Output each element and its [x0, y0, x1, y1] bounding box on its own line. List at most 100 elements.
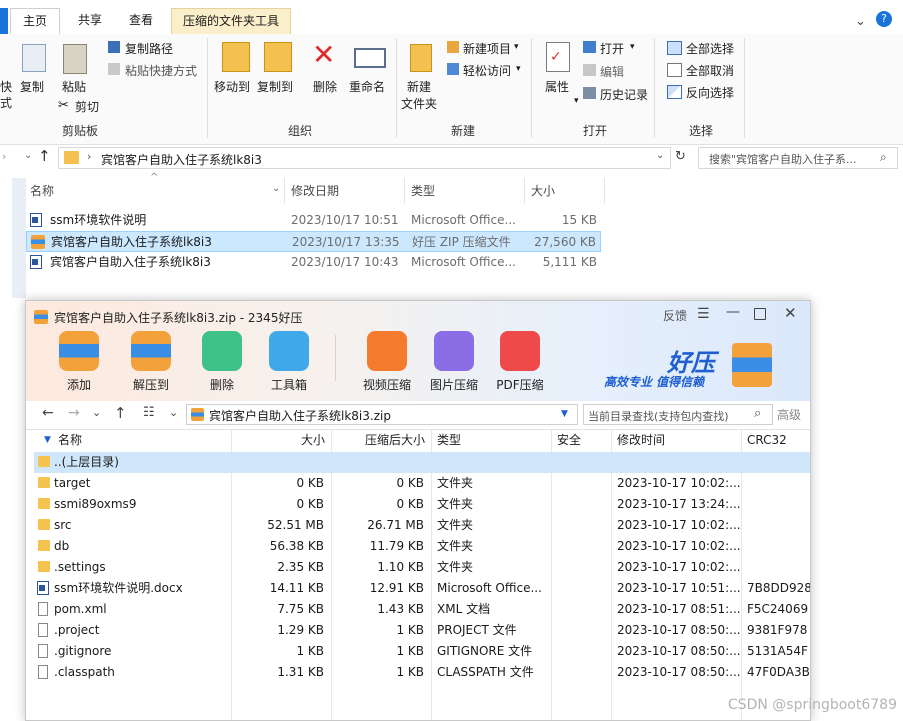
file-tab[interactable]: [0, 8, 8, 34]
move-to-button[interactable]: 移动到: [214, 78, 250, 95]
copy-path-button[interactable]: 复制路径: [125, 40, 173, 57]
dropdown-arrow-icon[interactable]: ▾: [516, 64, 521, 74]
dropdown-arrow-icon[interactable]: ▾: [630, 42, 635, 52]
open-button[interactable]: 打开: [600, 40, 624, 57]
column-header-size[interactable]: 大小: [531, 178, 555, 204]
archive-row[interactable]: target 0 KB 0 KB 文件夹 2023-10-17 10:02:..…: [34, 473, 810, 494]
up-icon[interactable]: ↑: [114, 404, 127, 422]
archive-row[interactable]: ssmi89oxms9 0 KB 0 KB 文件夹 2023-10-17 13:…: [34, 494, 810, 515]
history-icon[interactable]: [583, 87, 596, 99]
image-compress-button[interactable]: 图片压缩: [426, 331, 482, 393]
archive-path-bar[interactable]: 宾馆客户自助入住子系统lk8i3.zip ▼: [186, 404, 578, 425]
search-icon[interactable]: ⌕: [880, 150, 887, 165]
column-header-type[interactable]: 类型: [411, 178, 435, 204]
column-header-modified[interactable]: 修改日期: [291, 178, 339, 204]
archive-row[interactable]: .settings 2.35 KB 1.10 KB 文件夹 2023-10-17…: [34, 557, 810, 578]
column-header-type[interactable]: 类型: [437, 429, 461, 451]
tab-view[interactable]: 查看: [120, 8, 162, 34]
open-icon[interactable]: [583, 41, 596, 53]
refresh-icon[interactable]: ↻: [675, 149, 686, 164]
menu-icon[interactable]: ☰: [697, 306, 710, 322]
rename-icon[interactable]: [354, 48, 386, 68]
history-dropdown-icon[interactable]: ⌄: [92, 406, 101, 419]
breadcrumb-chevron-icon[interactable]: ›: [87, 150, 91, 163]
dropdown-arrow-icon[interactable]: ▾: [514, 42, 519, 52]
pin-label-cut-off-2[interactable]: 式: [0, 94, 12, 111]
new-folder-button-line1[interactable]: 新建: [407, 78, 431, 95]
feedback-link[interactable]: 反馈: [663, 307, 687, 324]
column-header-packed[interactable]: 压缩后大小: [331, 429, 425, 451]
column-header-name[interactable]: 名称: [30, 178, 54, 204]
new-folder-button-line2[interactable]: 文件夹: [401, 95, 437, 112]
minimize-icon[interactable]: —: [726, 304, 740, 320]
copy-button[interactable]: 复制: [20, 78, 44, 95]
column-divider[interactable]: [524, 178, 525, 204]
forward-icon[interactable]: →: [68, 405, 80, 421]
forward-icon[interactable]: ›: [2, 150, 6, 163]
column-divider[interactable]: [604, 178, 605, 204]
dropdown-arrow-icon[interactable]: ▾: [574, 96, 579, 106]
scissors-icon[interactable]: ✂: [58, 98, 69, 113]
history-button[interactable]: 历史记录: [600, 86, 648, 103]
advanced-search-link[interactable]: 高级: [777, 406, 801, 423]
close-icon[interactable]: ✕: [784, 304, 797, 322]
column-header-size[interactable]: 大小: [231, 429, 325, 451]
paste-icon[interactable]: [63, 44, 87, 74]
easy-access-button[interactable]: 轻松访问: [463, 62, 511, 79]
pdf-compress-button[interactable]: PDF压缩: [492, 331, 548, 393]
archive-row[interactable]: ssm环境软件说明.docx 14.11 KB 12.91 KB Microso…: [34, 578, 810, 599]
search-input[interactable]: 搜索"宾馆客户自助入住子系... ⌕: [698, 147, 898, 169]
archive-row[interactable]: db 56.38 KB 11.79 KB 文件夹 2023-10-17 10:0…: [34, 536, 810, 557]
copy-to-icon[interactable]: [264, 42, 292, 72]
column-header-crc[interactable]: CRC32: [747, 429, 787, 451]
search-icon[interactable]: ⌕: [754, 406, 761, 421]
file-row[interactable]: ssm环境软件说明 2023/10/17 10:51 Microsoft Off…: [26, 210, 601, 231]
file-row-selected[interactable]: 宾馆客户自助入住子系统lk8i3 2023/10/17 13:35 好压 ZIP…: [26, 231, 601, 252]
column-dropdown-icon[interactable]: ⌄: [272, 183, 280, 194]
column-divider[interactable]: [404, 178, 405, 204]
edit-button[interactable]: 编辑: [600, 63, 624, 80]
path-dropdown-icon[interactable]: ▼: [561, 409, 568, 419]
address-dropdown-icon[interactable]: ⌄: [656, 150, 664, 161]
back-icon[interactable]: ←: [42, 405, 54, 421]
copy-path-icon[interactable]: [108, 41, 120, 53]
tab-compressed-folder-tools[interactable]: 压缩的文件夹工具: [171, 8, 291, 34]
new-folder-icon[interactable]: [410, 44, 432, 72]
recent-dropdown-icon[interactable]: ⌄: [24, 150, 32, 161]
toolbox-button[interactable]: 工具箱: [261, 331, 317, 393]
maximize-icon[interactable]: [754, 308, 766, 320]
file-row[interactable]: 宾馆客户自助入住子系统lk8i3 2023/10/17 10:43 Micros…: [26, 252, 601, 273]
delete-archive-button[interactable]: 删除: [194, 331, 250, 393]
archive-row-parent[interactable]: ..(上层目录): [34, 452, 810, 473]
select-all-icon[interactable]: [667, 41, 682, 55]
properties-icon[interactable]: ✓: [546, 42, 570, 72]
cut-button[interactable]: 剪切: [75, 98, 99, 115]
archive-row[interactable]: src 52.51 MB 26.71 MB 文件夹 2023-10-17 10:…: [34, 515, 810, 536]
pin-label-cut-off[interactable]: 快: [0, 78, 12, 95]
tab-home[interactable]: 主页: [10, 8, 60, 34]
move-to-icon[interactable]: [222, 42, 250, 72]
easy-access-icon[interactable]: [447, 63, 459, 75]
archive-row[interactable]: .classpath 1.31 KB 1 KB CLASSPATH 文件 202…: [34, 662, 810, 683]
paste-button[interactable]: 粘贴: [62, 78, 86, 95]
copy-to-button[interactable]: 复制到: [257, 78, 293, 95]
invert-selection-button[interactable]: 反向选择: [686, 84, 734, 101]
view-mode-icon[interactable]: ☷: [143, 405, 155, 420]
paste-shortcut-button[interactable]: 粘贴快捷方式: [125, 62, 197, 79]
select-none-icon[interactable]: [667, 63, 682, 77]
delete-icon[interactable]: ✕: [312, 40, 335, 70]
select-none-button[interactable]: 全部取消: [686, 62, 734, 79]
address-bar[interactable]: › 宾馆客户自助入住子系统lk8i3 ⌄: [58, 147, 671, 169]
add-button[interactable]: 添加: [51, 331, 107, 393]
column-header-name[interactable]: 名称: [58, 429, 82, 451]
invert-selection-icon[interactable]: [667, 85, 682, 99]
archive-search-input[interactable]: 当前目录查找(支持包内查找) ⌕: [583, 404, 773, 425]
archive-row[interactable]: .gitignore 1 KB 1 KB GITIGNORE 文件 2023-1…: [34, 641, 810, 662]
archive-row[interactable]: .project 1.29 KB 1 KB PROJECT 文件 2023-10…: [34, 620, 810, 641]
copy-icon[interactable]: [22, 44, 46, 72]
help-icon[interactable]: ?: [876, 11, 892, 27]
column-divider[interactable]: [284, 178, 285, 204]
select-all-button[interactable]: 全部选择: [686, 40, 734, 57]
up-arrow-icon[interactable]: ↑: [38, 147, 51, 165]
delete-button[interactable]: 删除: [313, 78, 337, 95]
